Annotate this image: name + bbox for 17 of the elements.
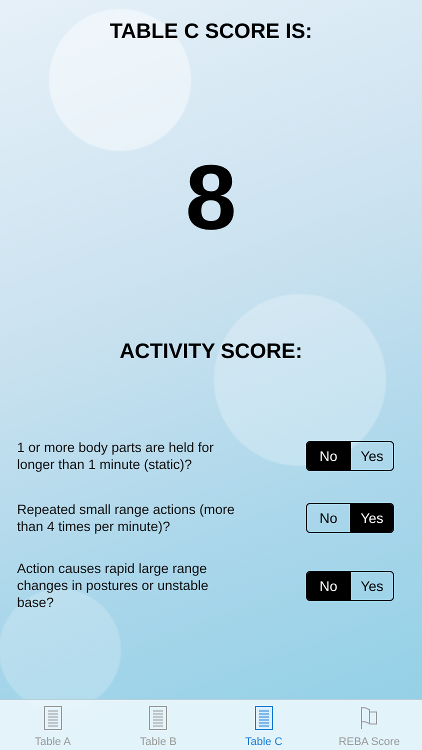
flag-icon xyxy=(360,706,378,730)
question-text: 1 or more body parts are held for longer than 1 minute (static)? xyxy=(17,439,215,473)
document-icon xyxy=(149,706,168,730)
segment-option[interactable]: No xyxy=(307,442,350,470)
segment-option[interactable]: Yes xyxy=(350,504,393,532)
document-icon xyxy=(44,706,62,730)
question-text: Repeated small range actions (more than 4 times per minute)? xyxy=(17,501,236,535)
question-text: Action causes rapid large range changes in postures or unstable base? xyxy=(17,560,210,611)
segment-option[interactable]: No xyxy=(307,504,350,532)
segment-option[interactable]: Yes xyxy=(350,442,393,470)
segment-option[interactable]: No xyxy=(307,572,350,600)
score-value: 8 xyxy=(185,152,237,244)
tab[interactable]: Table C xyxy=(211,700,316,750)
score-heading: TABLE C SCORE IS: xyxy=(110,20,312,44)
activity-heading: ACTIVITY SCORE: xyxy=(120,340,302,364)
document-icon xyxy=(254,706,273,730)
segment-option[interactable]: Yes xyxy=(350,572,393,600)
